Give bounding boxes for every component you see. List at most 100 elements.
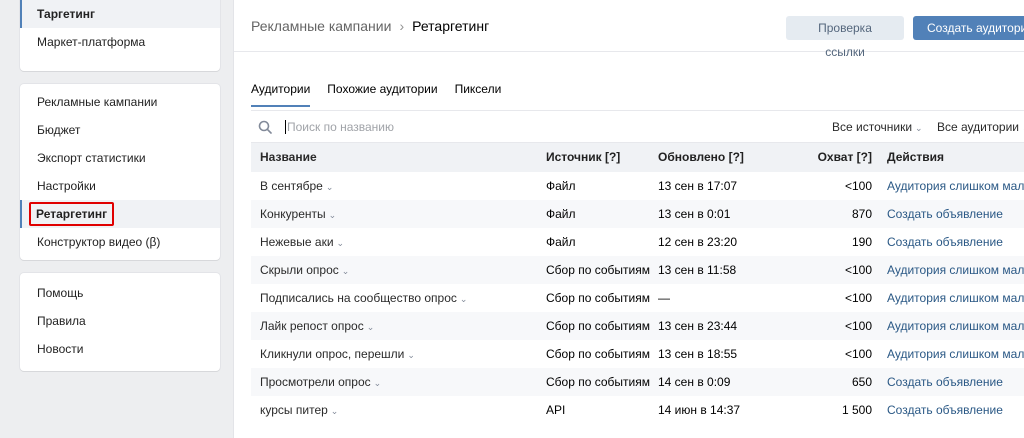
audience-action-link[interactable]: Создать объявление bbox=[873, 368, 1024, 396]
search-input[interactable] bbox=[287, 118, 587, 136]
table-row: Скрыли опрос ⌄ Сбор по событиям 13 сен в … bbox=[251, 256, 1024, 284]
audience-updated: 13 сен в 11:58 bbox=[658, 263, 737, 277]
sidebar-item-label: Рекламные кампании bbox=[37, 95, 158, 109]
audience-name: Лайк репост опрос bbox=[260, 319, 364, 333]
audience-reach: 870 bbox=[851, 207, 872, 221]
audience-reach: <100 bbox=[844, 179, 872, 193]
sidebar-item-budget[interactable]: Бюджет bbox=[20, 116, 220, 144]
audience-source: API bbox=[546, 403, 566, 417]
sidebar-item-news[interactable]: Новости bbox=[20, 335, 220, 363]
audience-reach: <100 bbox=[844, 347, 872, 361]
page-title: Ретаргетинг bbox=[412, 18, 490, 34]
column-header-name[interactable]: Название bbox=[251, 143, 546, 172]
create-audience-button[interactable]: Создать аудиторию bbox=[913, 16, 1024, 40]
audience-action-link[interactable]: Создать объявление bbox=[873, 396, 1024, 424]
sidebar-item-label: Экспорт статистики bbox=[37, 151, 146, 165]
audience-updated: 13 сен в 18:55 bbox=[658, 347, 738, 361]
audience-updated: 14 июн в 14:37 bbox=[658, 403, 741, 417]
sidebar-item-export-stats[interactable]: Экспорт статистики bbox=[20, 144, 220, 172]
audience-action-link[interactable]: Аудитория слишком мала bbox=[873, 340, 1024, 368]
breadcrumb: Рекламные кампании › Ретаргетинг bbox=[251, 18, 489, 34]
audience-action-link[interactable]: Аудитория слишком мала bbox=[873, 256, 1024, 284]
sidebar-item-label: Маркет-платформа bbox=[37, 35, 146, 49]
sidebar-item-settings[interactable]: Настройки bbox=[20, 172, 220, 200]
audience-name-dropdown[interactable]: Просмотрели опрос ⌄ bbox=[251, 368, 546, 396]
sidebar-item-campaigns[interactable]: Рекламные кампании bbox=[20, 88, 220, 116]
audience-updated: 13 сен в 0:01 bbox=[658, 207, 731, 221]
tab-audiences[interactable]: Аудитории bbox=[251, 78, 311, 110]
audience-name-dropdown[interactable]: курсы питер ⌄ bbox=[251, 396, 546, 424]
sidebar-item-rules[interactable]: Правила bbox=[20, 307, 220, 335]
search-icon bbox=[258, 120, 272, 134]
audience-action-link[interactable]: Создать объявление bbox=[873, 228, 1024, 256]
sidebar-item-label: Конструктор видео (β) bbox=[37, 235, 161, 249]
chevron-down-icon: ⌄ bbox=[459, 294, 468, 304]
audience-name: Кликнули опрос, перешли bbox=[260, 347, 405, 361]
audience-name-dropdown[interactable]: В сентябре ⌄ bbox=[251, 172, 546, 200]
audience-reach: 650 bbox=[851, 375, 872, 389]
audience-source: Файл bbox=[546, 179, 576, 193]
audience-updated: 12 сен в 23:20 bbox=[658, 235, 738, 249]
tab-lookalike-audiences[interactable]: Похожие аудитории bbox=[327, 78, 437, 110]
source-filter-dropdown[interactable]: Все источники ⌄ bbox=[832, 120, 923, 134]
table-row: Нежевые аки ⌄ Файл 12 сен в 23:20 190 Соз… bbox=[251, 228, 1024, 256]
main-panel: Рекламные кампании › Ретаргетинг Проверка … bbox=[234, 0, 1024, 438]
tabs: Аудитории Похожие аудитории Пиксели bbox=[251, 78, 518, 110]
table-row: Лайк репост опрос ⌄ Сбор по событиям 13 с… bbox=[251, 312, 1024, 340]
sidebar-item-label: Ретаргетинг bbox=[29, 202, 115, 226]
sidebar-item-retargeting[interactable]: Ретаргетинг bbox=[20, 200, 220, 228]
chevron-down-icon: ⌄ bbox=[336, 238, 345, 248]
check-link-button[interactable]: Проверка ссылки bbox=[786, 16, 904, 59]
audience-action-link[interactable]: Аудитория слишком мала bbox=[873, 284, 1024, 312]
chevron-down-icon: ⌄ bbox=[407, 350, 415, 360]
audience-action-link[interactable]: Аудитория слишком мала bbox=[873, 312, 1024, 340]
column-header-source[interactable]: Источник [?] bbox=[546, 143, 658, 172]
table-body: В сентябре ⌄ Файл 13 сен в 17:07 <100 Ауд… bbox=[251, 172, 1024, 424]
audience-name-dropdown[interactable]: Конкуренты ⌄ bbox=[251, 200, 546, 228]
sidebar-item-targeting[interactable]: Таргетинг bbox=[20, 0, 220, 28]
table-row: Просмотрели опрос ⌄ Сбор по событиям 14 с… bbox=[251, 368, 1024, 396]
sidebar-item-label: Новости bbox=[37, 342, 84, 356]
audience-reach: <100 bbox=[844, 291, 872, 305]
chevron-down-icon: ⌄ bbox=[325, 182, 334, 192]
chevron-down-icon: ⌄ bbox=[341, 266, 350, 276]
text-cursor bbox=[285, 120, 286, 134]
audience-name-dropdown[interactable]: Лайк репост опрос ⌄ bbox=[251, 312, 546, 340]
chevron-down-icon: ⌄ bbox=[330, 406, 339, 416]
sidebar-item-label: Настройки bbox=[37, 179, 96, 193]
sidebar-item-help[interactable]: Помощь bbox=[20, 279, 220, 307]
top-bar: Рекламные кампании › Ретаргетинг Проверка … bbox=[234, 0, 1024, 59]
audience-source: Сбор по событиям bbox=[546, 263, 650, 277]
audience-name-dropdown[interactable]: Скрыли опрос ⌄ bbox=[251, 256, 546, 284]
chevron-down-icon: ⌄ bbox=[373, 378, 382, 388]
sidebar-item-video-constructor[interactable]: Конструктор видео (β) bbox=[20, 228, 220, 256]
search-row: Все источники⌄ Все аудитории⌄ bbox=[251, 111, 1024, 143]
audience-updated: 14 сен в 0:09 bbox=[658, 375, 731, 389]
audience-reach: 190 bbox=[851, 235, 872, 249]
audience-reach: <100 bbox=[844, 319, 872, 333]
audience-source: Сбор по событиям bbox=[546, 347, 650, 361]
audience-action-link[interactable]: Аудитория слишком мала bbox=[873, 172, 1024, 200]
sidebar-item-label: Правила bbox=[37, 314, 86, 328]
audience-action-link[interactable]: Создать объявление bbox=[873, 200, 1024, 228]
tab-pixels[interactable]: Пиксели bbox=[455, 78, 502, 110]
column-header-actions: Действия bbox=[887, 150, 945, 164]
table-row: Кликнули опрос, перешли ⌄ Сбор по события… bbox=[251, 340, 1024, 368]
breadcrumb-campaigns-link[interactable]: Рекламные кампании bbox=[251, 18, 391, 34]
audience-name: Нежевые аки bbox=[260, 235, 334, 249]
audience-source: Сбор по событиям bbox=[546, 291, 650, 305]
audience-name-dropdown[interactable]: Нежевые аки ⌄ bbox=[251, 228, 546, 256]
audience-updated: 13 сен в 17:07 bbox=[658, 179, 738, 193]
chevron-down-icon: ⌄ bbox=[915, 123, 923, 133]
audience-name: Просмотрели опрос bbox=[260, 375, 371, 389]
audience-source: Сбор по событиям bbox=[546, 375, 650, 389]
audience-name-dropdown[interactable]: Кликнули опрос, перешли ⌄ bbox=[251, 340, 546, 368]
column-header-updated[interactable]: Обновлено [?] bbox=[658, 143, 768, 172]
audience-name-dropdown[interactable]: Подписались на сообщество опрос ⌄ bbox=[251, 284, 546, 312]
column-header-reach[interactable]: Охват [?] bbox=[768, 143, 873, 172]
chevron-down-icon: ⌄ bbox=[328, 210, 337, 220]
table-header: Название Источник [?] Обновлено [?] Охва… bbox=[251, 143, 1024, 172]
audience-filter-dropdown[interactable]: Все аудитории⌄ bbox=[937, 120, 1024, 134]
breadcrumb-separator: › bbox=[399, 18, 405, 34]
sidebar-item-market-platform[interactable]: Маркет-платформа bbox=[20, 28, 220, 56]
